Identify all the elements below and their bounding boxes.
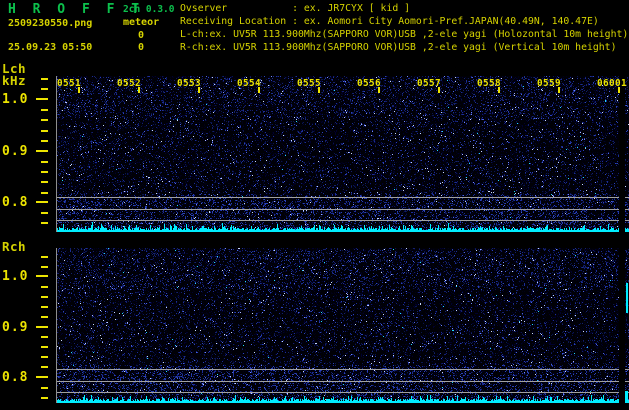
lch-freq-major-tick bbox=[36, 149, 48, 152]
lch-freq-tick-label: 1.0 bbox=[2, 92, 29, 107]
lch-freq-minor-tick bbox=[41, 78, 48, 80]
hrofft-window: H R O F F T 2ch 0.3.0 2509230550.png met… bbox=[0, 0, 629, 410]
lch-freq-minor-tick bbox=[41, 181, 48, 183]
lch-freq-tick-label: 0.8 bbox=[2, 195, 29, 210]
minute-tick bbox=[558, 87, 560, 93]
rch-freq-tick-label: 0.9 bbox=[2, 319, 29, 335]
minute-tick bbox=[258, 87, 260, 93]
rch-freq-major-tick bbox=[36, 325, 48, 328]
rch-freq-minor-tick bbox=[41, 387, 48, 389]
lch-freq-major-tick bbox=[36, 201, 48, 203]
minute-tick bbox=[78, 87, 80, 93]
lch-freq-minor-tick bbox=[41, 161, 48, 163]
rch-freq-major-tick bbox=[36, 275, 48, 277]
lch-freq-minor-tick bbox=[41, 212, 48, 214]
rch-freq-minor-tick bbox=[41, 366, 48, 368]
lch-freq-minor-tick bbox=[41, 222, 48, 224]
rch-freq-tick-label: 0.8 bbox=[2, 370, 29, 385]
minute-tick bbox=[318, 87, 320, 93]
axis-layer: 0551 0552 0553 0554 0555 0556 0557 0558 0559 0600… bbox=[0, 0, 629, 410]
lch-freq-minor-tick bbox=[41, 130, 48, 132]
rch-freq-minor-tick bbox=[41, 286, 48, 288]
rch-freq-minor-tick bbox=[41, 356, 48, 358]
minute-tick bbox=[498, 87, 500, 93]
rch-freq-minor-tick bbox=[41, 256, 48, 258]
minute-tick bbox=[438, 87, 440, 93]
lch-freq-minor-tick bbox=[41, 171, 48, 173]
lch-freq-minor-tick bbox=[41, 192, 48, 194]
lch-freq-minor-tick bbox=[41, 88, 48, 90]
rch-freq-minor-tick bbox=[41, 397, 48, 399]
rch-freq-minor-tick bbox=[41, 346, 48, 348]
minute-tick bbox=[138, 87, 140, 93]
time-label-partial: 1 bbox=[621, 77, 627, 89]
rch-freq-minor-tick bbox=[41, 266, 48, 268]
rch-freq-major-tick bbox=[36, 376, 48, 378]
rch-freq-minor-tick bbox=[41, 336, 48, 338]
rch-freq-tick-label: 1.0 bbox=[2, 269, 29, 284]
lch-freq-minor-tick bbox=[41, 109, 48, 111]
lch-freq-major-tick bbox=[36, 98, 48, 100]
lch-freq-tick-label: 0.9 bbox=[2, 143, 29, 159]
minute-tick bbox=[198, 87, 200, 93]
lch-freq-minor-tick bbox=[41, 119, 48, 121]
minute-tick bbox=[378, 87, 380, 93]
lch-freq-minor-tick bbox=[41, 140, 48, 142]
rch-freq-minor-tick bbox=[41, 296, 48, 298]
rch-freq-minor-tick bbox=[41, 306, 48, 308]
minute-tick bbox=[618, 87, 620, 93]
rch-freq-minor-tick bbox=[41, 316, 48, 318]
